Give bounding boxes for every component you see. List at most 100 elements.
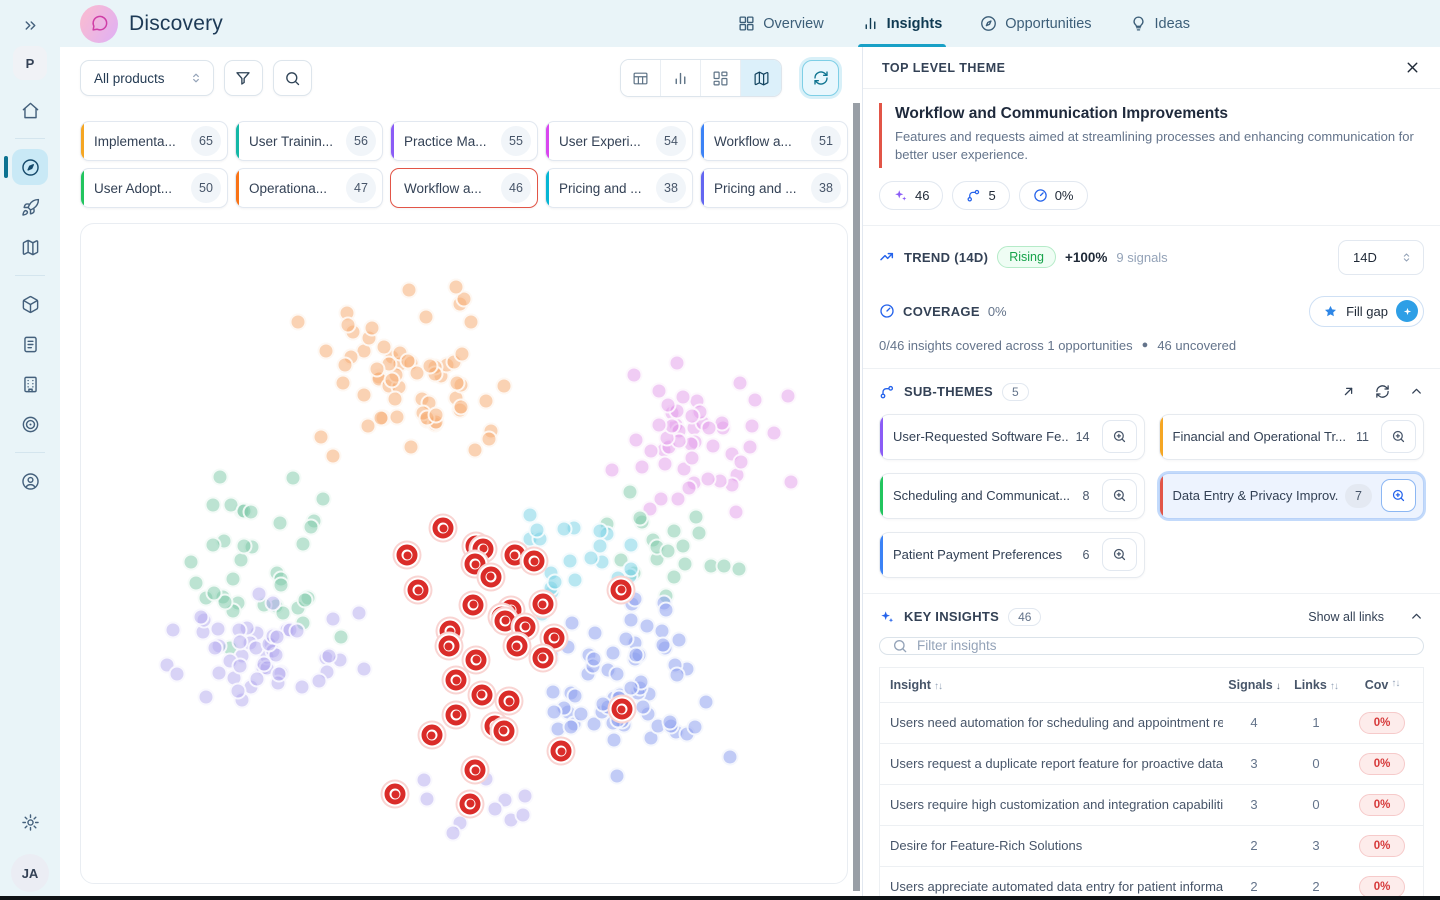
highlighted-insight-dot[interactable]: [465, 760, 486, 781]
highlighted-insight-dot[interactable]: [460, 793, 481, 814]
cluster-dot[interactable]: [463, 313, 480, 330]
cluster-dot[interactable]: [310, 673, 327, 690]
highlighted-insight-dot[interactable]: [504, 545, 525, 566]
insight-row[interactable]: Users appreciate automated data entry fo…: [880, 866, 1423, 900]
cluster-dot[interactable]: [587, 625, 604, 642]
highlighted-insight-dot[interactable]: [495, 610, 516, 631]
cluster-dot[interactable]: [698, 694, 715, 711]
vertical-scrollbar[interactable]: [853, 103, 860, 891]
view-map-button[interactable]: [741, 60, 781, 96]
close-panel-button[interactable]: [1404, 59, 1421, 76]
cluster-dot[interactable]: [444, 825, 461, 842]
cluster-dot[interactable]: [421, 357, 438, 374]
cluster-dot[interactable]: [236, 537, 253, 554]
cluster-dot[interactable]: [727, 504, 744, 521]
cluster-dot[interactable]: [447, 279, 464, 296]
cluster-dot[interactable]: [418, 791, 435, 808]
cluster-dot[interactable]: [187, 574, 204, 591]
highlighted-insight-dot[interactable]: [480, 566, 501, 587]
tab-overview[interactable]: Overview: [738, 0, 823, 47]
highlighted-insight-dot[interactable]: [471, 684, 492, 705]
cluster-dot[interactable]: [478, 393, 495, 410]
cluster-dot[interactable]: [400, 353, 417, 370]
tab-ideas[interactable]: Ideas: [1130, 0, 1190, 47]
theme-chip[interactable]: User Trainin...56: [235, 121, 383, 161]
cluster-dot[interactable]: [285, 469, 302, 486]
theme-chip[interactable]: Implementa...65: [80, 121, 228, 161]
cluster-dot[interactable]: [205, 536, 222, 553]
sidebar-item-products[interactable]: [12, 286, 48, 322]
tab-insights[interactable]: Insights: [862, 0, 943, 47]
cluster-dot[interactable]: [297, 591, 314, 608]
cluster-map[interactable]: [80, 223, 848, 884]
cluster-dot[interactable]: [486, 800, 503, 817]
trend-range-select[interactable]: 14D: [1338, 240, 1424, 275]
theme-chip[interactable]: Pricing and ...38: [545, 168, 693, 208]
cluster-dot[interactable]: [690, 525, 707, 542]
view-table-button[interactable]: [621, 60, 661, 96]
cluster-dot[interactable]: [168, 665, 185, 682]
insight-row[interactable]: Users require high customization and int…: [880, 784, 1423, 825]
cluster-dot[interactable]: [334, 374, 351, 391]
subtheme-card[interactable]: Patient Payment Preferences6: [879, 532, 1145, 578]
highlighted-insight-dot[interactable]: [532, 647, 553, 668]
cluster-dot[interactable]: [700, 470, 717, 487]
cluster-dot[interactable]: [317, 342, 334, 359]
cluster-dot[interactable]: [622, 483, 639, 500]
cluster-dot[interactable]: [242, 504, 259, 521]
cluster-dot[interactable]: [340, 316, 357, 333]
cluster-dot[interactable]: [383, 371, 400, 388]
highlighted-insight-dot[interactable]: [544, 627, 565, 648]
cluster-dot[interactable]: [264, 594, 281, 611]
settings-button[interactable]: [12, 804, 48, 840]
cluster-dot[interactable]: [372, 409, 389, 426]
cluster-dot[interactable]: [604, 462, 621, 479]
subtheme-card[interactable]: User-Requested Software Fe...14: [879, 414, 1145, 460]
view-chart-button[interactable]: [661, 60, 701, 96]
cluster-dot[interactable]: [514, 807, 531, 824]
cluster-dot[interactable]: [402, 438, 419, 455]
cluster-dot[interactable]: [232, 658, 249, 675]
column-links[interactable]: Links↑↓: [1285, 678, 1347, 692]
cluster-dot[interactable]: [164, 622, 181, 639]
highlighted-insight-dot[interactable]: [463, 594, 484, 615]
cluster-dot[interactable]: [675, 537, 692, 554]
cluster-dot[interactable]: [271, 514, 288, 531]
cluster-dot[interactable]: [224, 570, 241, 587]
sidebar-item-discovery[interactable]: [12, 149, 48, 185]
cluster-dot[interactable]: [656, 455, 673, 472]
highlighted-insight-dot[interactable]: [493, 720, 514, 741]
zoom-subtheme-button[interactable]: [1102, 479, 1137, 512]
cluster-dot[interactable]: [448, 375, 465, 392]
cluster-dot[interactable]: [617, 630, 634, 647]
column-insight[interactable]: Insight↑↓: [890, 678, 1223, 692]
cluster-dot[interactable]: [325, 610, 342, 627]
cluster-dot[interactable]: [364, 320, 381, 337]
collapse-insights-button[interactable]: [1409, 609, 1424, 624]
subthemes-count-badge[interactable]: 5: [952, 181, 1009, 210]
cluster-dot[interactable]: [547, 573, 564, 590]
cluster-dot[interactable]: [634, 458, 651, 475]
cluster-dot[interactable]: [271, 665, 288, 682]
theme-chip[interactable]: Workflow a...51: [700, 121, 848, 161]
sidebar-item-organization[interactable]: [12, 366, 48, 402]
cluster-dot[interactable]: [355, 387, 372, 404]
cluster-dot[interactable]: [528, 522, 545, 539]
cluster-dot[interactable]: [212, 469, 229, 486]
cluster-dot[interactable]: [592, 522, 609, 539]
cluster-dot[interactable]: [730, 561, 747, 578]
open-subthemes-button[interactable]: [1341, 384, 1356, 399]
cluster-dot[interactable]: [627, 431, 644, 448]
insight-row[interactable]: Desire for Feature-Rich Solutions230%: [880, 825, 1423, 866]
highlighted-insight-dot[interactable]: [397, 545, 418, 566]
refresh-subthemes-button[interactable]: [1375, 384, 1390, 399]
highlighted-insight-dot[interactable]: [446, 670, 467, 691]
subtheme-card[interactable]: Financial and Operational Tr...11: [1159, 414, 1425, 460]
sidebar-item-launch[interactable]: [12, 189, 48, 225]
theme-chip[interactable]: User Adopt...50: [80, 168, 228, 208]
cluster-dot[interactable]: [387, 390, 404, 407]
cluster-dot[interactable]: [467, 442, 484, 459]
highlighted-insight-dot[interactable]: [551, 741, 572, 762]
highlighted-insight-dot[interactable]: [446, 704, 467, 725]
cluster-dot[interactable]: [651, 417, 668, 434]
